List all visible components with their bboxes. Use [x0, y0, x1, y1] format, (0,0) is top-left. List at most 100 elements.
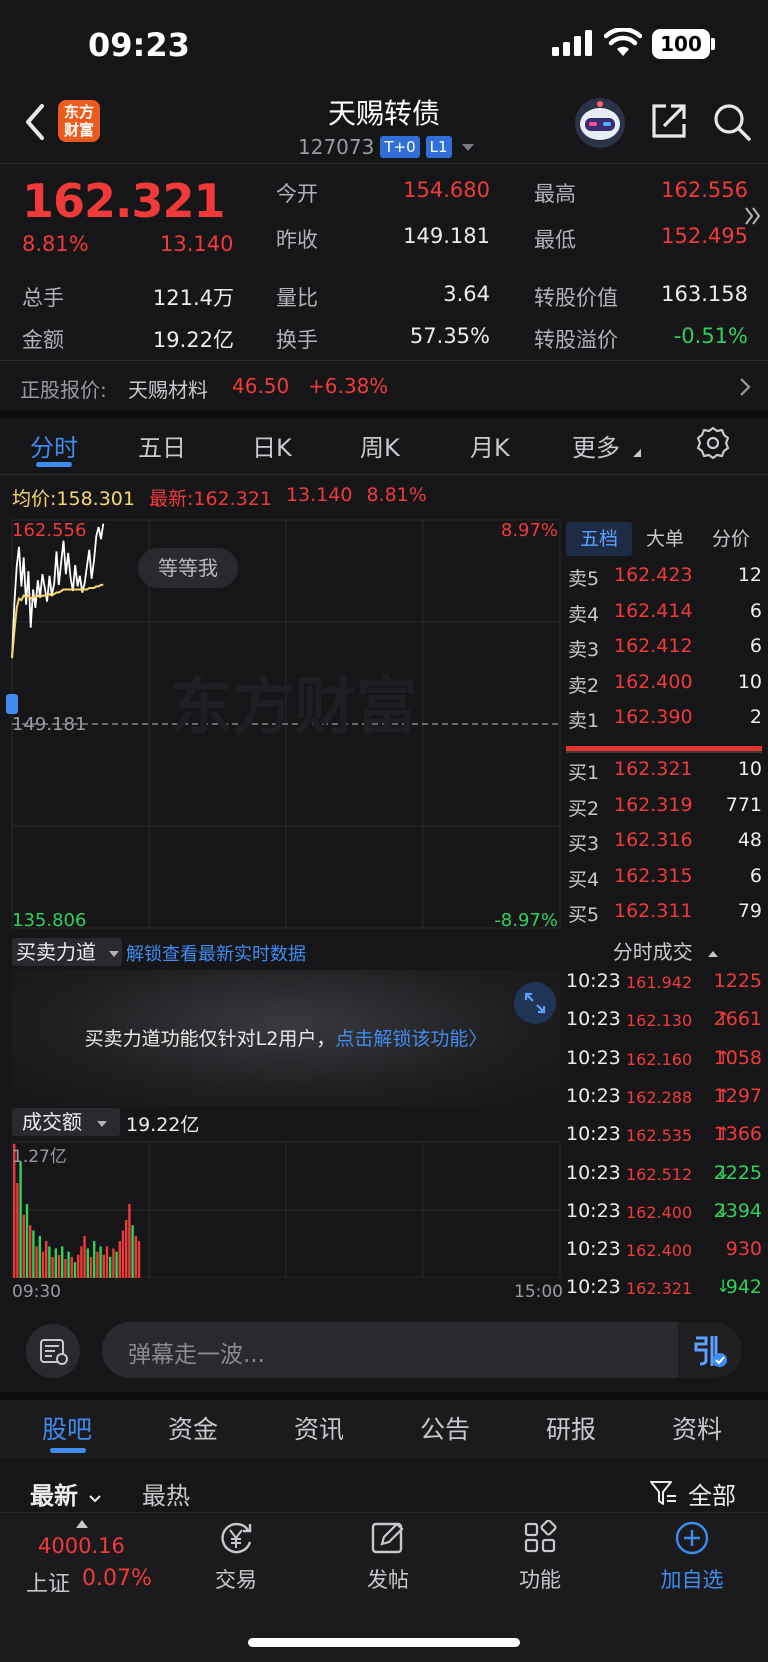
volume-metric-select[interactable]: 成交额	[12, 1108, 120, 1136]
trade-time: 10:23	[566, 1199, 621, 1222]
quote-value: 121.4万	[152, 286, 234, 310]
tabs-divider	[0, 474, 768, 475]
nav-post[interactable]: 发帖	[338, 1520, 438, 1594]
volume-bar	[83, 1235, 86, 1278]
stock-code-row[interactable]: 127073 T+0 L1	[298, 134, 474, 160]
tab-five-levels[interactable]: 五档	[566, 522, 632, 556]
order-book-row: 卖3 162.412 6	[566, 635, 766, 669]
trade-volume: 2225	[713, 1161, 762, 1184]
index-name[interactable]: 上证	[26, 1566, 70, 1598]
status-clock: 09:23	[88, 26, 190, 64]
tab-profile[interactable]: 资料	[672, 1410, 722, 1446]
volume-bar	[61, 1246, 64, 1278]
home-indicator	[248, 1638, 520, 1647]
volume-bar	[35, 1246, 38, 1278]
nav-features[interactable]: 功能	[490, 1519, 590, 1594]
tab-daily-k[interactable]: 日K	[252, 428, 292, 463]
tab-research[interactable]: 研报	[546, 1410, 596, 1446]
power-indicator-select[interactable]: 买卖力道	[12, 938, 122, 966]
tab-five-day[interactable]: 五日	[138, 428, 186, 463]
tab-intraday[interactable]: 分时	[30, 428, 78, 463]
level-qty: 10	[737, 670, 762, 693]
trade-price: 162.400	[626, 1241, 693, 1261]
trade-time: 10:23	[566, 1084, 621, 1107]
order-book-row: 卖2 162.400 10	[566, 671, 766, 705]
trade-row: 10:23 162.400 930	[566, 1238, 766, 1276]
search-icon[interactable]	[712, 102, 752, 142]
trade-time: 10:23	[566, 970, 621, 992]
trade-time: 10:23	[566, 1046, 621, 1069]
unlock-realtime-link[interactable]: 解锁查看最新实时数据	[126, 940, 306, 966]
double-chevron-right-icon[interactable]	[744, 204, 762, 228]
change-percent: 8.81%	[22, 232, 89, 256]
level-qty: 6	[749, 599, 762, 622]
volume-bar	[96, 1251, 99, 1278]
tab-weekly-k[interactable]: 周K	[360, 428, 400, 463]
trades-title[interactable]: 分时成交	[566, 936, 766, 965]
filter-icon[interactable]	[648, 1478, 678, 1508]
level-qty: 771	[725, 793, 762, 816]
gear-icon[interactable]	[696, 426, 730, 460]
edit-icon	[371, 1522, 404, 1554]
tab-forum[interactable]: 股吧	[42, 1410, 92, 1446]
level-price: 162.414	[614, 599, 693, 622]
battery-indicator: 100	[652, 29, 710, 59]
share-icon[interactable]	[650, 102, 688, 140]
intraday-chart[interactable]: 东方财富 162.556 149.181 135.806 8.97% -8.97…	[0, 516, 562, 932]
volume-bar	[70, 1256, 73, 1278]
chart-legend: 均价:158.301 最新:162.321 13.140 8.81%	[12, 484, 427, 511]
level-qty: 6	[749, 864, 762, 887]
tab-active-indicator	[36, 462, 72, 467]
latest-percent: 8.81%	[366, 484, 427, 506]
tab-active-indicator	[50, 1448, 86, 1453]
level-price: 162.321	[614, 758, 693, 780]
volume-bar	[131, 1225, 134, 1278]
danmu-toggle-icon[interactable]	[678, 1322, 742, 1378]
index-value[interactable]: 4000.16	[38, 1534, 125, 1558]
trade-volume: 930	[725, 1238, 762, 1261]
quote-value: 149.181	[403, 224, 490, 248]
quote-label: 总手	[22, 286, 64, 310]
volume-max-label: 1.27亿	[12, 1147, 67, 1167]
sort-hot[interactable]: 最热	[142, 1476, 190, 1511]
level-label: 买1	[568, 762, 600, 784]
volume-bar	[45, 1241, 48, 1278]
quote-label: 金额	[22, 328, 64, 352]
sort-latest[interactable]: 最新	[30, 1476, 102, 1511]
volume-chart[interactable]	[0, 1138, 562, 1278]
nav-trade[interactable]: 交易	[186, 1520, 286, 1594]
level-price: 162.423	[614, 564, 693, 586]
expand-icon[interactable]	[514, 982, 556, 1024]
filter-all[interactable]: 全部	[688, 1476, 736, 1511]
danmu-list-icon[interactable]	[26, 1324, 80, 1378]
bid-ask-ratio-track	[566, 751, 762, 753]
tooltip-text: 等等我	[158, 556, 218, 580]
latest-value: 162.321	[193, 488, 272, 510]
tab-monthly-k[interactable]: 月K	[470, 428, 510, 463]
tab-price-distribution[interactable]: 分价	[698, 522, 764, 556]
underlying-name: 天赐材料	[128, 378, 208, 402]
tab-more[interactable]: 更多	[572, 428, 620, 463]
unlock-feature-link[interactable]: 点击解锁该功能〉	[335, 1028, 487, 1050]
quote-label: 昨收	[276, 228, 318, 252]
volume-bar	[137, 1241, 141, 1278]
volume-bar	[105, 1246, 109, 1278]
tab-large-orders[interactable]: 大单	[632, 522, 698, 556]
volume-bar	[54, 1248, 57, 1278]
add-circle-icon	[675, 1521, 709, 1555]
volume-bar	[89, 1256, 93, 1278]
trade-volume: 1366	[713, 1123, 762, 1146]
tab-announcements[interactable]: 公告	[420, 1410, 470, 1446]
level-label: 买2	[568, 797, 600, 820]
nav-add-watchlist[interactable]: 加自选	[642, 1520, 742, 1594]
robot-assistant-icon[interactable]	[572, 96, 628, 150]
trade-time: 10:23	[566, 1276, 621, 1299]
tab-news[interactable]: 资讯	[294, 1410, 344, 1446]
index-caret-icon	[76, 1520, 88, 1528]
volume-bar	[19, 1161, 22, 1278]
underlying-price: 46.50	[232, 374, 290, 398]
tab-more-caret-icon	[633, 449, 641, 457]
trade-row: 10:23 162.130 ↑ 2661	[566, 1008, 766, 1046]
community-tabs	[0, 1400, 768, 1458]
tab-funds[interactable]: 资金	[168, 1410, 218, 1446]
